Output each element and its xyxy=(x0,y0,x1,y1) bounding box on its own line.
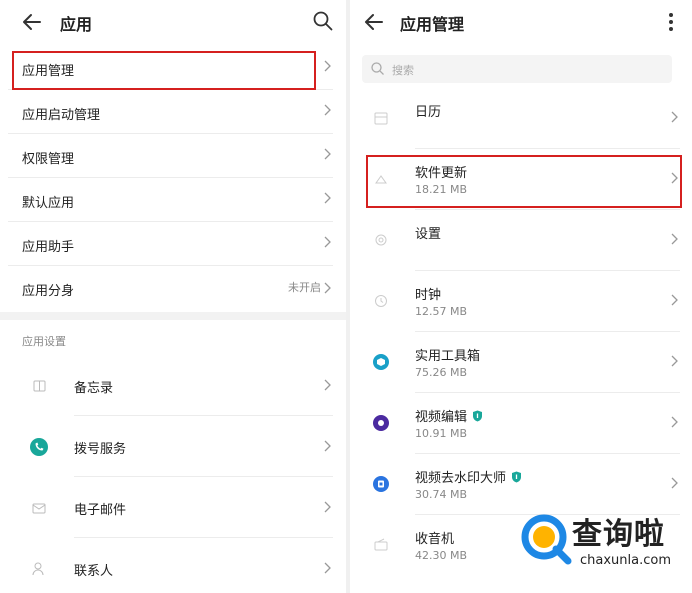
chevron-right-icon xyxy=(671,233,678,245)
app-item-video-editor[interactable]: 视频编辑 10.91 MB xyxy=(362,393,680,454)
phone-icon xyxy=(30,438,48,456)
more-options-icon[interactable] xyxy=(668,12,674,32)
watermark-remover-icon xyxy=(373,476,389,492)
chevron-right-icon xyxy=(324,379,331,391)
highlight-box xyxy=(366,155,682,208)
highlight-box xyxy=(12,51,316,90)
chevron-right-icon xyxy=(671,355,678,367)
radio-icon xyxy=(374,538,388,551)
watermark-brand: 查询啦 xyxy=(572,517,665,552)
app-label: 拨号服务 xyxy=(74,442,127,457)
menu-item-default-apps[interactable]: 默认应用 xyxy=(8,178,333,222)
shield-icon xyxy=(473,410,483,422)
page-title: 应用 xyxy=(60,15,93,34)
app-item-calendar[interactable]: 日历 xyxy=(362,88,680,149)
app-name: 设置 xyxy=(415,227,442,242)
app-name: 视频去水印大师 xyxy=(415,471,507,486)
section-label: 应用设置 xyxy=(22,335,66,348)
search-input[interactable]: 搜索 xyxy=(362,55,672,83)
app-size: 30.74 MB xyxy=(415,488,468,501)
back-arrow-icon[interactable] xyxy=(20,10,44,34)
chevron-right-icon xyxy=(324,104,331,116)
app-item-contacts[interactable]: 联系人 xyxy=(28,538,333,593)
menu-item-app-launch-management[interactable]: 应用启动管理 xyxy=(8,90,333,134)
video-edit-icon xyxy=(373,415,389,431)
app-name: 日历 xyxy=(415,105,442,120)
app-label: 电子邮件 xyxy=(74,503,127,518)
menu-item-label: 权限管理 xyxy=(22,152,75,167)
calendar-icon xyxy=(374,112,388,125)
app-item-settings[interactable]: 设置 xyxy=(362,210,680,271)
top-bar: 应用 xyxy=(0,0,346,44)
app-label: 备忘录 xyxy=(74,381,114,396)
search-icon[interactable] xyxy=(312,10,334,32)
app-item-toolbox[interactable]: 实用工具箱 75.26 MB xyxy=(362,332,680,393)
app-label: 联系人 xyxy=(74,564,114,579)
app-item-clock[interactable]: 时钟 12.57 MB xyxy=(362,271,680,332)
app-item-dialer[interactable]: 拨号服务 xyxy=(28,416,333,477)
shield-icon xyxy=(512,471,522,483)
chevron-right-icon xyxy=(324,60,331,72)
watermark-logo: 查询啦 chaxunla.com xyxy=(510,505,692,587)
app-size: 42.30 MB xyxy=(415,549,468,562)
app-name: 收音机 xyxy=(415,532,455,547)
menu-item-app-clone[interactable]: 应用分身 未开启 xyxy=(8,266,333,310)
app-size: 10.91 MB xyxy=(415,427,468,440)
search-icon xyxy=(371,62,384,75)
menu-item-label: 应用启动管理 xyxy=(22,108,101,123)
search-placeholder: 搜索 xyxy=(392,64,414,77)
back-arrow-icon[interactable] xyxy=(362,10,386,34)
clock-icon xyxy=(375,295,387,307)
watermark-url: chaxunla.com xyxy=(580,553,671,568)
app-item-notes[interactable]: 备忘录 xyxy=(28,355,333,416)
chevron-right-icon xyxy=(324,282,331,294)
chevron-right-icon xyxy=(671,294,678,306)
app-size: 12.57 MB xyxy=(415,305,468,318)
menu-item-app-assistant[interactable]: 应用助手 xyxy=(8,222,333,266)
app-name: 时钟 xyxy=(415,288,442,303)
chevron-right-icon xyxy=(324,440,331,452)
menu-item-label: 应用助手 xyxy=(22,240,75,255)
app-item-email[interactable]: 电子邮件 xyxy=(28,477,333,538)
chevron-right-icon xyxy=(324,148,331,160)
page-title: 应用管理 xyxy=(400,15,465,34)
section-divider xyxy=(0,312,346,320)
magnifier-logo-icon xyxy=(521,514,572,565)
chevron-right-icon xyxy=(671,111,678,123)
settings-icon xyxy=(375,234,387,246)
top-bar: 应用管理 xyxy=(350,0,692,44)
menu-item-label: 默认应用 xyxy=(22,196,75,211)
contact-icon xyxy=(32,562,44,576)
status-value: 未开启 xyxy=(288,281,321,294)
app-name: 实用工具箱 xyxy=(415,349,481,364)
app-settings-panel: 应用 应用管理 应用启动管理 权限管理 默认应用 应用助手 应用分身 未开启 应… xyxy=(0,0,346,593)
chevron-right-icon xyxy=(671,416,678,428)
email-icon xyxy=(32,503,46,514)
menu-item-label: 应用分身 xyxy=(22,284,75,299)
chevron-right-icon xyxy=(324,192,331,204)
chevron-right-icon xyxy=(671,477,678,489)
app-size: 75.26 MB xyxy=(415,366,468,379)
chevron-right-icon xyxy=(324,562,331,574)
menu-item-permission-management[interactable]: 权限管理 xyxy=(8,134,333,178)
toolbox-icon xyxy=(373,354,389,370)
app-name: 视频编辑 xyxy=(415,410,468,425)
note-icon xyxy=(33,380,46,392)
chevron-right-icon xyxy=(324,501,331,513)
chevron-right-icon xyxy=(324,236,331,248)
